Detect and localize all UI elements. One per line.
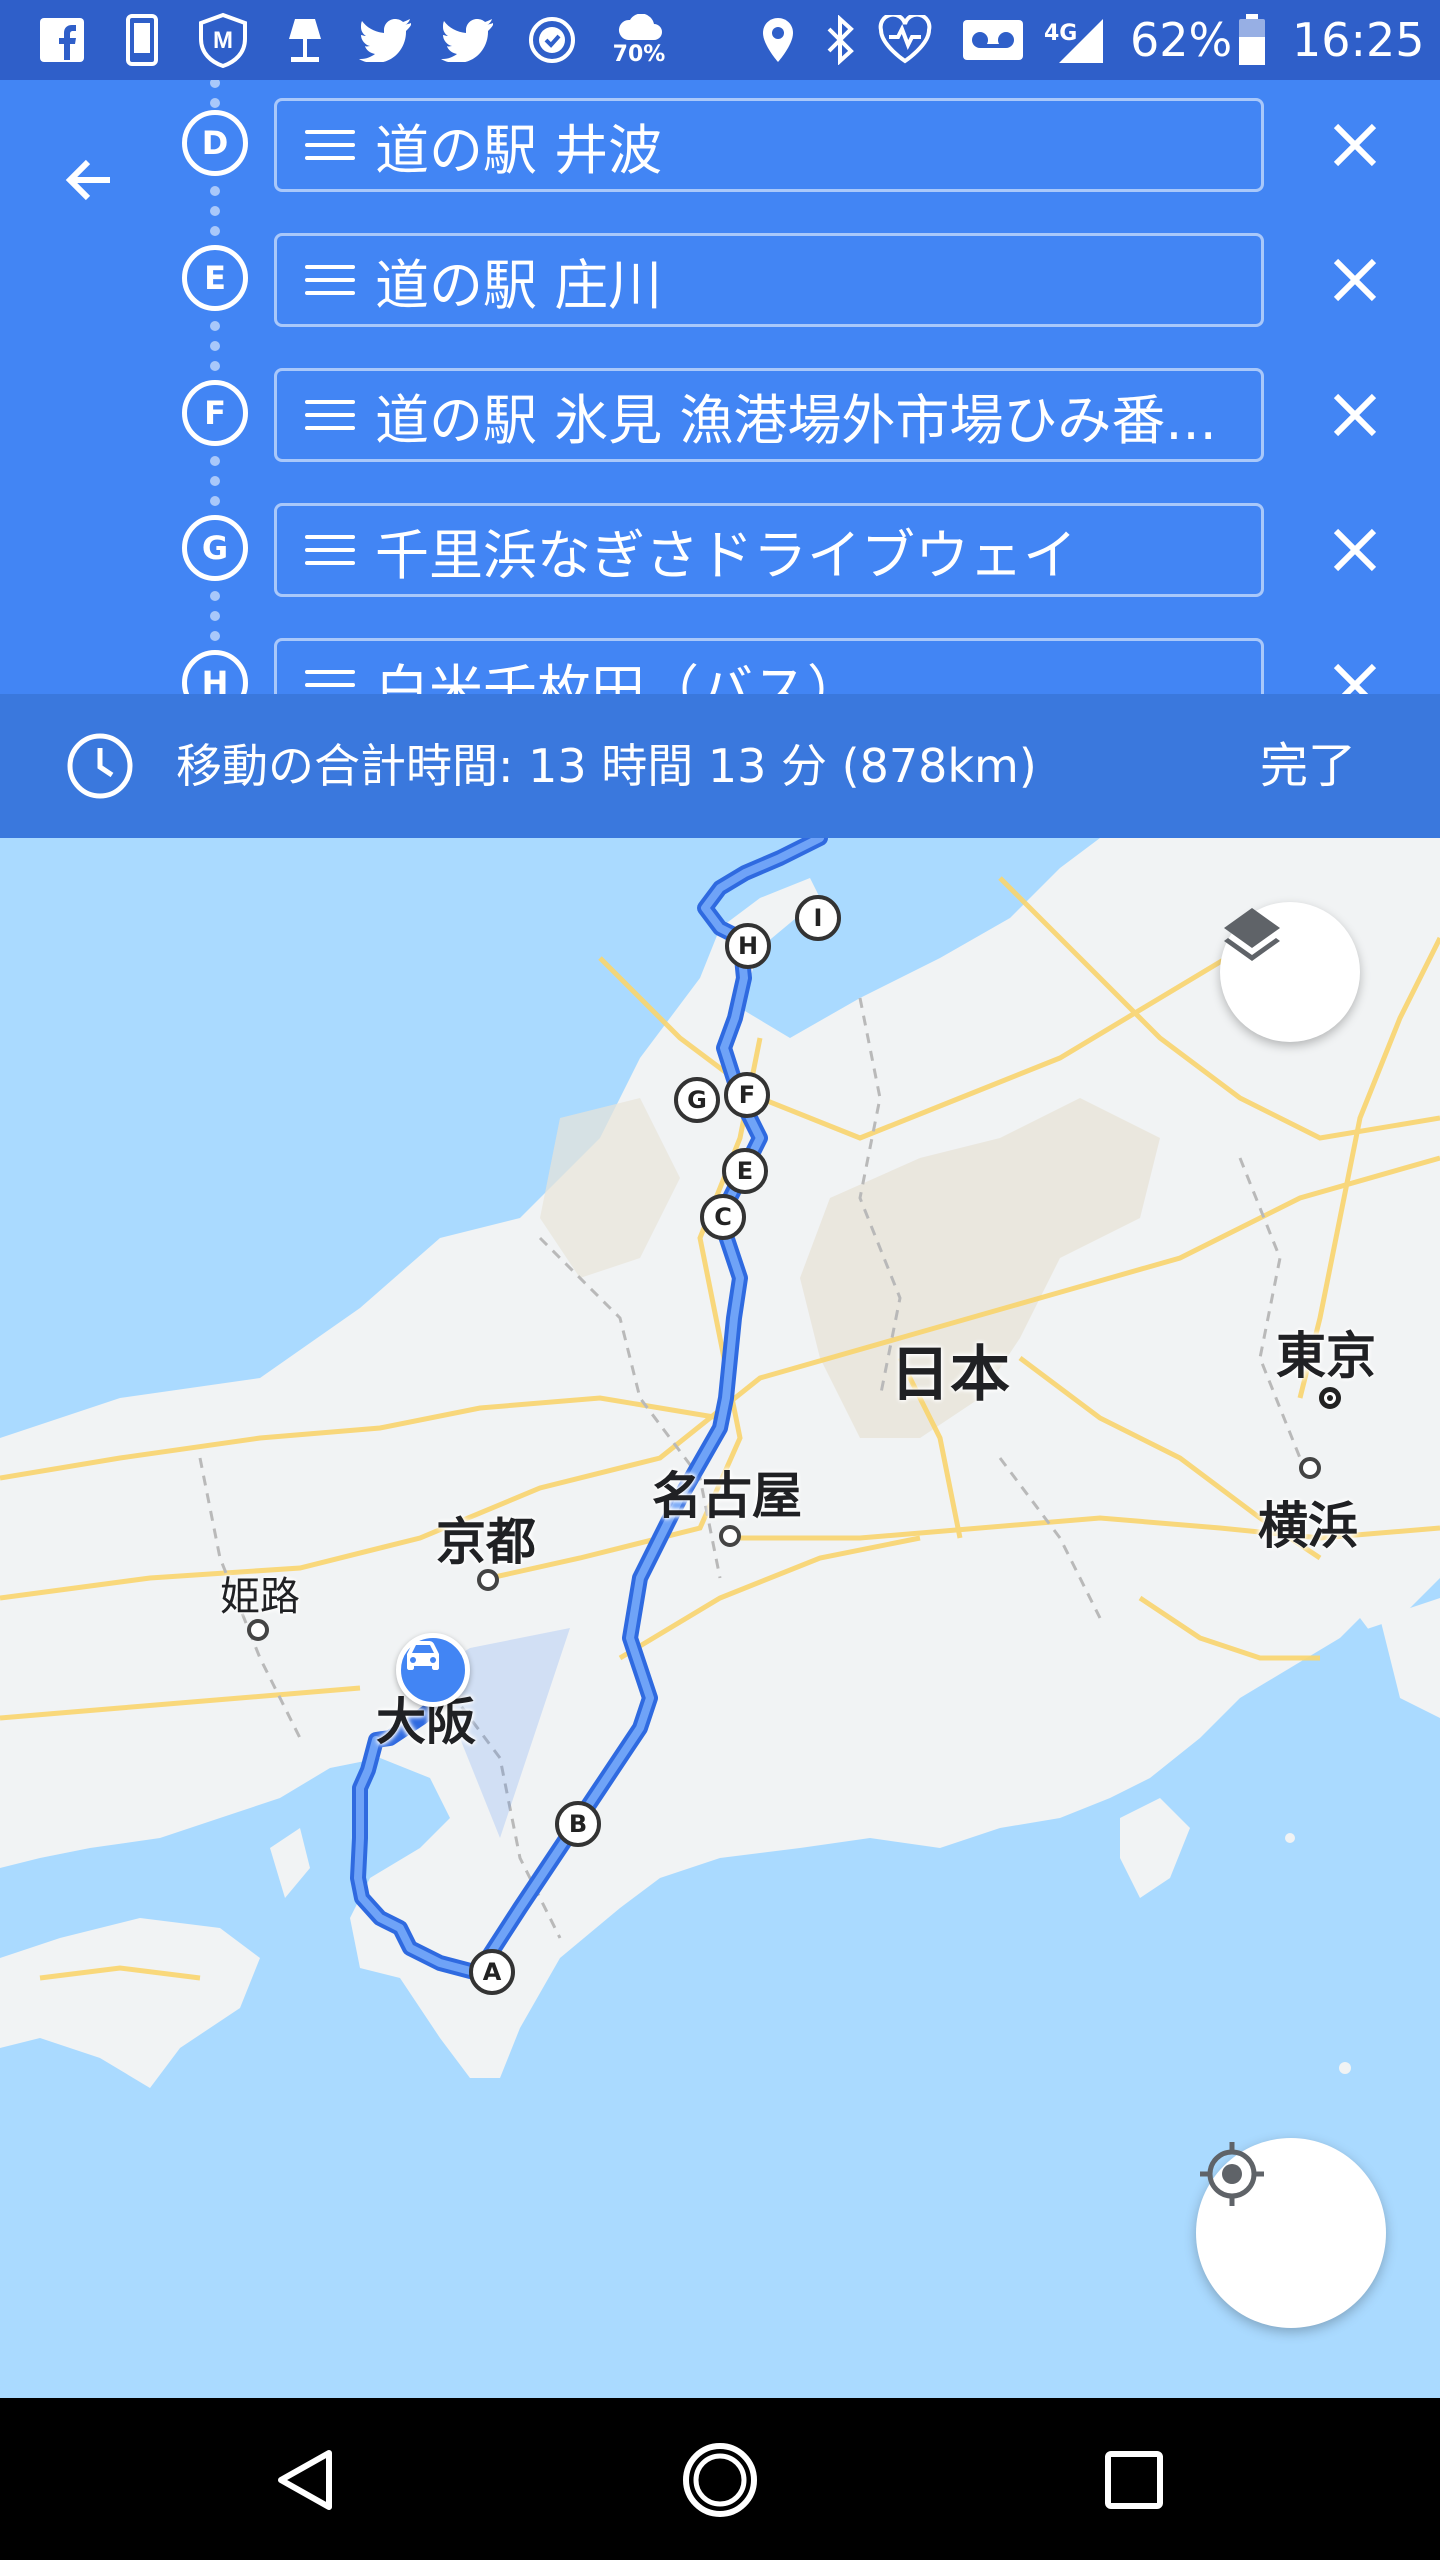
map-view[interactable]: 東京 横浜 名古屋 京都 大阪 姫路 日本 A B C E F G H I [0, 838, 1440, 2398]
svg-text:M: M [213, 27, 233, 54]
location-icon [756, 12, 800, 68]
route-pin-h[interactable]: H [725, 923, 771, 969]
total-travel-time: 移動の合計時間: 13 時間 13 分 (878km) [176, 739, 1037, 793]
status-bar: M 70% 4G 62% 16:25 [0, 0, 1440, 80]
island [1285, 1833, 1295, 1843]
map-label-yokohama: 横浜 [1258, 1497, 1358, 1555]
square-recents-icon [1105, 2451, 1163, 2509]
twitter-icon [356, 12, 416, 68]
waypoint-row-d: D 道の駅 井波 [0, 80, 1440, 236]
waypoint-row-f: F 道の駅 氷見 漁港場外市場ひみ番... [0, 350, 1440, 506]
phone-icon [118, 12, 166, 68]
home-nav-button[interactable] [678, 2438, 762, 2522]
done-button[interactable]: 完了 [1260, 730, 1356, 802]
waypoint-field[interactable]: 白米千枚田（バス） [274, 638, 1264, 694]
clock-time: 16:25 [1292, 13, 1425, 67]
route-pin-c[interactable]: C [700, 1194, 746, 1240]
drag-handle-icon[interactable] [305, 265, 355, 295]
map-label-tokyo: 東京 [1276, 1327, 1376, 1385]
remove-waypoint-button[interactable] [1310, 370, 1400, 460]
clock-icon [67, 733, 133, 799]
battery-percent: 62% [1130, 13, 1233, 67]
check-badge-icon [524, 12, 580, 68]
waypoint-row-g: G 千里浜なぎさドライブウェイ [0, 485, 1440, 641]
bluetooth-icon [818, 12, 862, 68]
route-pin-i[interactable]: I [795, 895, 841, 941]
route-pin-g[interactable]: G [674, 1077, 720, 1123]
remove-waypoint-button[interactable] [1310, 100, 1400, 190]
current-location-car[interactable] [396, 1633, 470, 1707]
voicemail-icon [958, 12, 1028, 68]
back-nav-button[interactable] [264, 2438, 348, 2522]
waypoint-letter: G [182, 515, 248, 581]
remove-waypoint-button[interactable] [1310, 640, 1400, 694]
waypoint-name: 千里浜なぎさドライブウェイ [375, 523, 1077, 587]
waypoint-letter: E [182, 245, 248, 311]
waypoint-field[interactable]: 道の駅 氷見 漁港場外市場ひみ番... [274, 368, 1264, 462]
waypoint-row-e: E 道の駅 庄川 [0, 215, 1440, 371]
waypoint-field[interactable]: 千里浜なぎさドライブウェイ [274, 503, 1264, 597]
weather-icon: 70% [604, 12, 674, 68]
route-pin-f[interactable]: F [724, 1072, 770, 1118]
close-icon [1333, 528, 1377, 572]
close-icon [1333, 663, 1377, 694]
waypoint-field[interactable]: 道の駅 井波 [274, 98, 1264, 192]
nagoya-dot[interactable] [719, 1525, 741, 1547]
drag-handle-icon[interactable] [305, 400, 355, 430]
route-pin-e[interactable]: E [722, 1148, 768, 1194]
route-summary-bar: 移動の合計時間: 13 時間 13 分 (878km) 完了 [0, 694, 1440, 838]
tokyo-dot[interactable] [1319, 1387, 1341, 1409]
map-label-kyoto: 京都 [436, 1513, 536, 1571]
close-icon [1333, 393, 1377, 437]
shield-m-icon: M [192, 12, 254, 68]
waypoint-field[interactable]: 道の駅 庄川 [274, 233, 1264, 327]
triangle-back-icon [278, 2450, 332, 2510]
map-label-himeji: 姫路 [220, 1574, 300, 1620]
waypoint-name: 道の駅 庄川 [375, 253, 663, 317]
weather-percent: 70% [612, 42, 666, 67]
waypoint-panel: D 道の駅 井波 E 道の駅 庄川 F 道の駅 氷見 漁港場外市場ひみ番... [0, 80, 1440, 694]
heart-rate-icon [874, 12, 936, 68]
recents-nav-button[interactable] [1092, 2438, 1176, 2522]
remove-waypoint-button[interactable] [1310, 505, 1400, 595]
remove-waypoint-button[interactable] [1310, 235, 1400, 325]
himeji-dot[interactable] [247, 1619, 269, 1641]
close-icon [1333, 123, 1377, 167]
map-label-japan: 日本 [890, 1340, 1010, 1410]
drag-handle-icon[interactable] [305, 130, 355, 160]
yokohama-dot[interactable] [1299, 1457, 1321, 1479]
route-pin-b[interactable]: B [555, 1801, 601, 1847]
twitter-icon [438, 12, 498, 68]
layers-icon [1224, 908, 1280, 961]
waypoint-name: 白米千枚田（バス） [375, 658, 861, 695]
system-nav-bar [0, 2398, 1440, 2560]
close-icon [1333, 258, 1377, 302]
facebook-icon [34, 12, 90, 68]
shikoku-land [0, 1918, 260, 2088]
waypoint-letter: D [182, 110, 248, 176]
route-pin-a[interactable]: A [469, 1949, 515, 1995]
island [1339, 2062, 1351, 2074]
waypoint-letter: H [182, 650, 248, 694]
lamp-icon [280, 12, 330, 68]
my-location-button[interactable] [1196, 2138, 1386, 2328]
map-label-nagoya: 名古屋 [652, 1467, 802, 1525]
drag-handle-icon[interactable] [305, 535, 355, 565]
waypoint-name: 道の駅 井波 [375, 118, 663, 182]
crosshair-icon [1200, 2142, 1264, 2206]
battery-icon [1232, 12, 1272, 68]
drag-handle-icon[interactable] [305, 670, 355, 694]
awaji-land [270, 1828, 310, 1898]
waypoint-row-h: H 白米千枚田（バス） [0, 620, 1440, 694]
waypoint-name: 道の駅 氷見 漁港場外市場ひみ番... [375, 388, 1217, 452]
circle-home-icon [683, 2443, 757, 2517]
map-layers-button[interactable] [1220, 902, 1360, 1042]
izu-peninsula [1120, 1798, 1190, 1898]
car-icon [407, 1641, 439, 1670]
signal-icon [1052, 12, 1108, 68]
waypoint-letter: F [182, 380, 248, 446]
